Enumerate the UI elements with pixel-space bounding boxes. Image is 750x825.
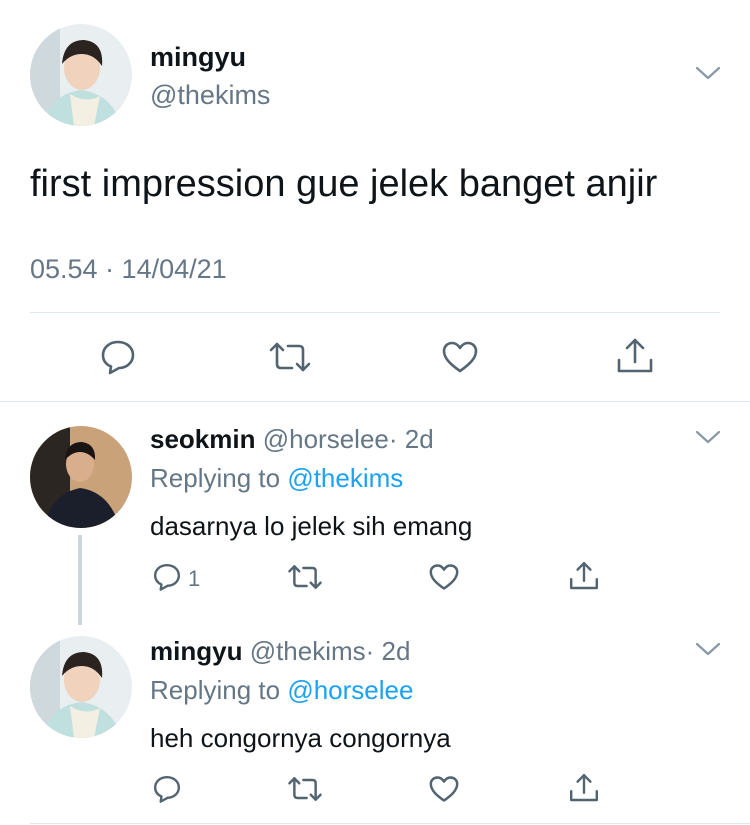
reply-icon[interactable]	[99, 338, 137, 376]
reply-text: dasarnya lo jelek sih emang	[150, 511, 473, 541]
divider	[30, 823, 750, 824]
reply-display-name[interactable]: seokmin	[150, 424, 256, 454]
reply-icon[interactable]	[152, 774, 182, 804]
replying-to-handle[interactable]: @thekims	[287, 463, 403, 493]
main-tweet-display-name[interactable]: mingyu	[150, 42, 246, 73]
chevron-down-icon[interactable]	[695, 66, 721, 82]
like-icon[interactable]	[428, 775, 460, 803]
replying-to: Replying to @thekims	[150, 463, 403, 494]
retweet-icon[interactable]	[268, 340, 312, 374]
reply-handle[interactable]: @horselee	[263, 424, 389, 454]
reply-count: 1	[188, 566, 201, 591]
main-tweet-avatar[interactable]	[30, 24, 132, 126]
reply-display-name[interactable]: mingyu	[150, 636, 242, 666]
reply-age: · 2d	[388, 424, 434, 454]
divider	[30, 312, 720, 313]
main-tweet-handle[interactable]: @thekims	[150, 80, 270, 111]
reply-text: heh congornya congornya	[150, 723, 451, 753]
reply-avatar[interactable]	[30, 636, 132, 738]
replying-to-label: Replying to	[150, 675, 281, 705]
retweet-icon[interactable]	[287, 775, 323, 803]
like-icon[interactable]	[428, 563, 460, 591]
share-icon[interactable]	[568, 772, 600, 804]
share-icon[interactable]	[568, 560, 600, 592]
reply-avatar[interactable]	[30, 426, 132, 528]
reply-header: mingyu @thekims· 2d	[150, 636, 410, 667]
replying-to-handle[interactable]: @horselee	[287, 675, 413, 705]
replying-to: Replying to @horselee	[150, 675, 413, 706]
share-icon[interactable]	[615, 336, 655, 376]
main-tweet-timestamp[interactable]: 05.54 · 14/04/21	[30, 254, 227, 285]
retweet-icon[interactable]	[287, 563, 323, 591]
reply-age: · 2d	[365, 636, 411, 666]
thread-connector	[78, 535, 82, 625]
reply-icon[interactable]	[152, 562, 182, 592]
reply-handle[interactable]: @thekims	[250, 636, 366, 666]
main-tweet-text: first impression gue jelek banget anjir	[30, 163, 658, 205]
divider	[0, 401, 750, 402]
like-icon[interactable]	[441, 340, 479, 374]
chevron-down-icon[interactable]	[695, 642, 721, 658]
chevron-down-icon[interactable]	[695, 430, 721, 446]
reply-header: seokmin @horselee· 2d	[150, 424, 434, 455]
replying-to-label: Replying to	[150, 463, 281, 493]
